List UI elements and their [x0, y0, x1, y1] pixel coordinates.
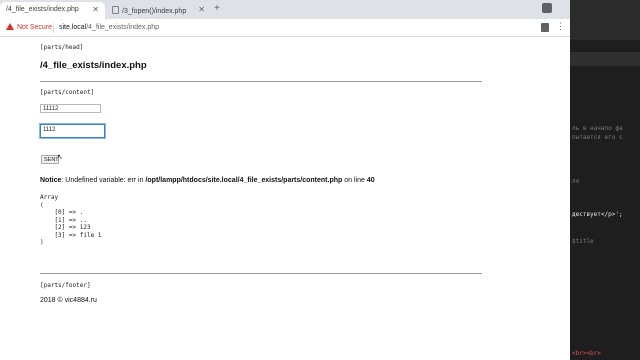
cursor-icon: ↖	[57, 154, 63, 161]
divider	[53, 23, 54, 33]
url-path: /4_file_exists/index.php	[86, 24, 160, 31]
editor-line: <br><br>	[572, 350, 601, 357]
editor-line: ль в начало фа	[572, 125, 623, 132]
tab-label: /4_file_exists/index.php	[6, 6, 79, 13]
tab-file-exists[interactable]: /4_file_exists/index.php ✕	[0, 2, 105, 19]
security-status[interactable]: Not Secure	[17, 24, 52, 31]
url-host: site.local	[59, 24, 87, 31]
editor-line: пытается его с	[572, 134, 623, 141]
warning-icon	[6, 23, 14, 30]
editor-line: дествует</p>';	[572, 211, 623, 218]
php-notice: Notice: Undefined variable: err in /opt/…	[40, 177, 375, 184]
code-editor-panel: ль в начало фа пытается его с ля дествуе…	[570, 0, 640, 360]
array-dump: Array ( [0] => . [1] => .. [2] => 123 [3…	[40, 194, 102, 246]
window-control-icon[interactable]	[542, 3, 552, 13]
address-bar[interactable]: Not Secure site.local/4_file_exists/inde…	[0, 19, 570, 37]
editor-header	[570, 0, 640, 40]
copyright: 2018 © vic4884.ru	[40, 297, 97, 304]
divider	[40, 273, 482, 274]
content-marker: [parts/content]	[40, 89, 95, 96]
document-icon	[112, 6, 119, 14]
browser-window: /4_file_exists/index.php ✕ /3_fopen()/in…	[0, 0, 570, 360]
editor-tab-strip	[570, 52, 640, 66]
tab-bar: /4_file_exists/index.php ✕ /3_fopen()/in…	[0, 0, 570, 19]
divider	[40, 81, 482, 82]
extension-icon[interactable]	[541, 23, 549, 32]
footer-marker: [parts/footer]	[40, 282, 91, 289]
notice-text: : Undefined variable: err in	[61, 177, 146, 184]
notice-path: /opt/lampp/htdocs/site.local/4_file_exis…	[145, 177, 343, 184]
head-marker: [parts/head]	[40, 44, 84, 51]
notice-label: Notice	[40, 177, 62, 184]
url-text[interactable]: site.local/4_file_exists/index.php	[59, 24, 159, 31]
close-tab-icon[interactable]: ✕	[198, 5, 205, 14]
editor-line: $title	[572, 238, 594, 245]
menu-dots-icon[interactable]: ⋮	[556, 22, 565, 31]
editor-line: ля	[572, 178, 580, 185]
text-input-2[interactable]: 1112	[40, 124, 105, 138]
tab-fopen[interactable]: /3_fopen()/index.php ✕	[106, 2, 211, 19]
notice-online: on line	[342, 177, 367, 184]
new-tab-button[interactable]: +	[214, 3, 220, 14]
close-tab-icon[interactable]: ✕	[92, 5, 99, 14]
page-content: [parts/head] /4_file_exists/index.php [p…	[0, 37, 570, 360]
notice-line: 40	[366, 177, 375, 184]
page-title: /4_file_exists/index.php	[40, 60, 147, 71]
tab-label: /3_fopen()/index.php	[122, 8, 187, 15]
text-input-1[interactable]: 11112	[40, 104, 101, 113]
